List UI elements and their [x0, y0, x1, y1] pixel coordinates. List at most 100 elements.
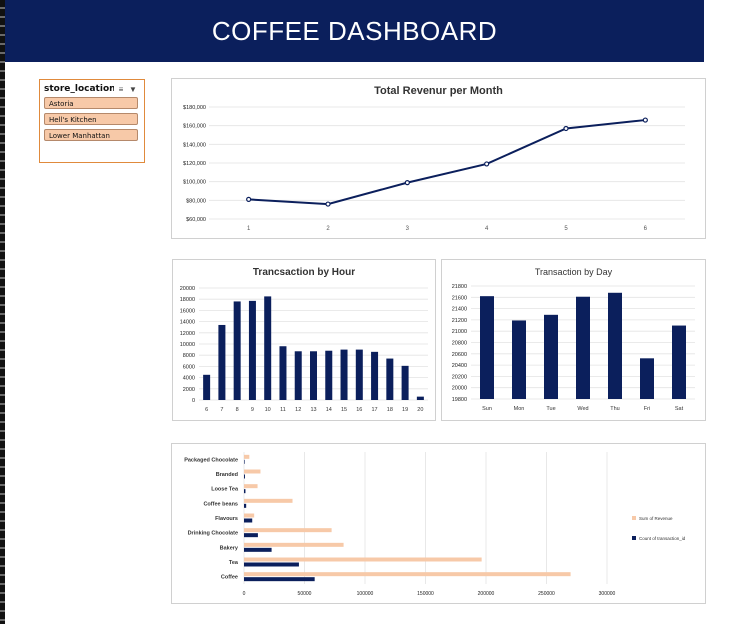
- x-tick-label: 200000: [478, 591, 495, 597]
- bar: [355, 349, 363, 400]
- y-tick-label: 2000: [183, 387, 195, 393]
- clear-filter-icon[interactable]: ▼: [128, 85, 138, 94]
- worksheet-edge: [0, 0, 5, 624]
- bar: [248, 300, 256, 400]
- y-tick-label: 4000: [183, 376, 195, 382]
- x-tick-label: Thu: [610, 406, 619, 412]
- revenue-bar: [244, 557, 482, 562]
- y-tick-label: 20400: [452, 363, 467, 369]
- y-tick-label: $180,000: [183, 105, 206, 111]
- revenue-chart-panel: Total Revenur per Month $60,000 $80,000 $1…: [171, 78, 706, 239]
- y-tick-label: 20000: [180, 286, 195, 292]
- x-tick-label: 50000: [298, 591, 312, 597]
- revenue-bar: [244, 572, 571, 577]
- bar: [233, 301, 241, 400]
- legend-label: Count of transaction_id: [639, 536, 686, 541]
- data-point: [246, 196, 252, 203]
- data-point: [642, 117, 648, 123]
- slicer-item-lower-manhattan[interactable]: Lower Manhattan: [44, 129, 138, 141]
- x-tick-label: 250000: [538, 591, 555, 597]
- revenue-line-chart: $60,000 $80,000 $100,000 $120,000 $140,000 $1…: [183, 105, 685, 232]
- x-tick-label: 19: [402, 407, 408, 413]
- y-tick-label: 20800: [452, 341, 467, 347]
- data-point: [404, 179, 410, 186]
- x-tick-label: 3: [406, 226, 410, 232]
- revenue-bar: [244, 513, 255, 518]
- bar: [480, 296, 494, 399]
- bar: [672, 325, 686, 399]
- bar: [401, 365, 409, 400]
- category-label: Coffee beans: [203, 501, 238, 507]
- store-location-slicer[interactable]: store_location ≡ ▼ Astoria Hell's Kitche…: [39, 79, 145, 163]
- x-tick-label: Sat: [675, 406, 684, 412]
- transaction-count-bar: [244, 533, 258, 538]
- slicer-header: store_location ≡ ▼: [44, 82, 140, 96]
- legend-swatch: [632, 536, 636, 540]
- x-tick-label: 15: [341, 407, 347, 413]
- y-tick-label: $60,000: [186, 217, 206, 223]
- multi-select-icon[interactable]: ≡: [116, 85, 126, 94]
- revenue-bar: [244, 542, 344, 547]
- x-tick-label: 300000: [599, 591, 616, 597]
- dashboard-title: COFFEE DASHBOARD: [211, 15, 498, 46]
- bar: [512, 320, 526, 399]
- transaction-count-bar: [244, 459, 245, 464]
- revenue-bar: [244, 469, 261, 474]
- transaction-count-bar: [244, 489, 246, 494]
- y-tick-label: $140,000: [183, 142, 206, 148]
- bar: [608, 292, 622, 399]
- data-point: [484, 161, 490, 167]
- revenue-bar: [244, 528, 332, 533]
- bar: [218, 324, 226, 400]
- x-tick-label: Sun: [482, 406, 492, 412]
- hour-chart-panel: Trancsaction by Hour 0 2000 4000 6000 8000 10…: [172, 259, 436, 421]
- dashboard-header: COFFEE DASHBOARD: [5, 0, 704, 62]
- x-tick-label: 4: [485, 226, 489, 232]
- y-tick-label: 21400: [452, 307, 467, 313]
- category-label: Branded: [216, 472, 238, 478]
- category-label: Coffee: [221, 575, 238, 581]
- x-tick-label: 1: [247, 226, 251, 232]
- y-tick-label: 10000: [180, 342, 195, 348]
- data-point: [563, 125, 569, 132]
- x-tick-label: 13: [310, 407, 316, 413]
- y-tick-label: 19800: [452, 397, 467, 403]
- hour-bar-chart: 0 2000 4000 6000 8000 10000 12000 14000 16000 180…: [180, 286, 428, 413]
- x-tick-label: 18: [387, 407, 393, 413]
- bar: [340, 349, 348, 400]
- x-tick-label: 7: [220, 407, 223, 413]
- category-label: Packaged Chocolate: [184, 457, 238, 463]
- bar: [294, 351, 302, 400]
- x-tick-label: 20: [417, 407, 423, 413]
- bar: [279, 346, 287, 400]
- transaction-count-bar: [244, 518, 253, 523]
- bar: [203, 374, 211, 400]
- y-tick-label: $120,000: [183, 161, 206, 167]
- y-tick-label: 20000: [452, 386, 467, 392]
- category-label: Flavours: [215, 516, 238, 522]
- y-tick-label: 16000: [180, 308, 195, 314]
- x-tick-label: 6: [205, 407, 208, 413]
- bar: [576, 296, 590, 399]
- legend-label: Sum of Revenue: [639, 516, 673, 521]
- transaction-count-bar: [244, 577, 315, 582]
- legend-swatch: [632, 516, 636, 520]
- x-tick-label: 14: [326, 407, 332, 413]
- y-tick-label: 20600: [452, 352, 467, 358]
- bar: [264, 296, 272, 400]
- bar: [544, 314, 558, 399]
- slicer-item-astoria[interactable]: Astoria: [44, 97, 138, 109]
- y-tick-label: 21600: [452, 295, 467, 301]
- y-tick-label: 21000: [452, 329, 467, 335]
- category-label: Bakery: [220, 545, 239, 551]
- slicer-item-hells-kitchen[interactable]: Hell's Kitchen: [44, 113, 138, 125]
- x-tick-label: 17: [372, 407, 378, 413]
- transaction-count-bar: [244, 474, 245, 479]
- transaction-count-bar: [244, 562, 299, 567]
- x-tick-label: 5: [564, 226, 568, 232]
- x-tick-label: Mon: [514, 406, 525, 412]
- y-tick-label: 18000: [180, 297, 195, 303]
- y-tick-label: $80,000: [186, 198, 206, 204]
- y-tick-label: 0: [192, 398, 195, 404]
- x-tick-label: Tue: [546, 406, 555, 412]
